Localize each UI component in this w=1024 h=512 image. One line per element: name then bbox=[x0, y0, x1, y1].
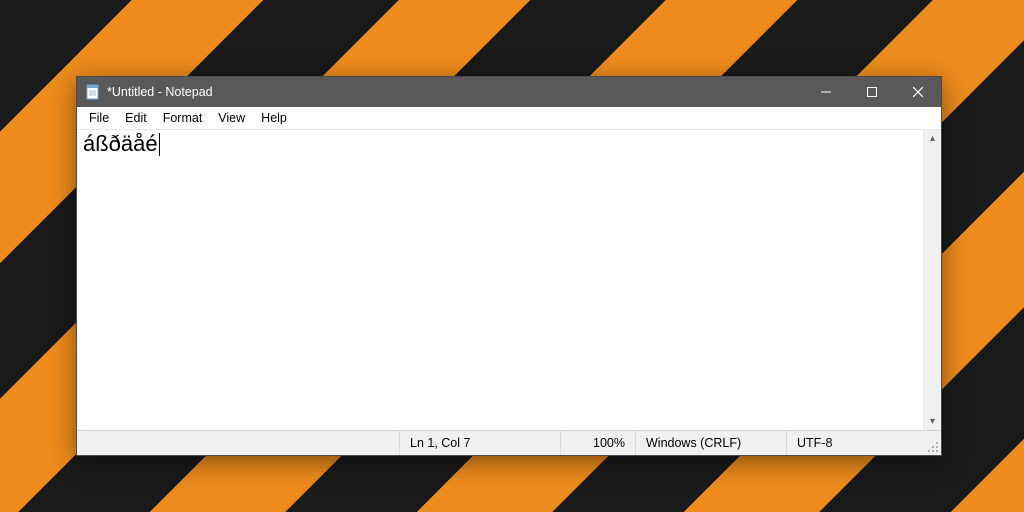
minimize-button[interactable] bbox=[803, 77, 849, 107]
status-zoom: 100% bbox=[561, 431, 636, 455]
scroll-down-icon[interactable]: ▾ bbox=[924, 413, 941, 430]
resize-grip-icon[interactable] bbox=[925, 431, 941, 455]
status-bar: Ln 1, Col 7 100% Windows (CRLF) UTF-8 bbox=[77, 430, 941, 455]
text-caret bbox=[159, 133, 160, 156]
close-button[interactable] bbox=[895, 77, 941, 107]
status-encoding: UTF-8 bbox=[787, 431, 925, 455]
menu-view[interactable]: View bbox=[210, 109, 253, 127]
notepad-icon bbox=[85, 84, 101, 100]
menu-format[interactable]: Format bbox=[155, 109, 211, 127]
menu-help[interactable]: Help bbox=[253, 109, 295, 127]
status-line-ending: Windows (CRLF) bbox=[636, 431, 787, 455]
status-spacer bbox=[77, 431, 400, 455]
vertical-scrollbar[interactable]: ▴ ▾ bbox=[923, 130, 941, 430]
notepad-window: *Untitled - Notepad File Edit bbox=[76, 76, 942, 456]
window-title: *Untitled - Notepad bbox=[107, 85, 213, 99]
menu-file[interactable]: File bbox=[81, 109, 117, 127]
editor-text: áßðäåé bbox=[83, 131, 158, 156]
scroll-up-icon[interactable]: ▴ bbox=[924, 130, 941, 147]
text-editor[interactable]: áßðäåé bbox=[77, 130, 923, 430]
status-cursor-position: Ln 1, Col 7 bbox=[400, 431, 561, 455]
window-controls bbox=[803, 77, 941, 107]
desktop-background: *Untitled - Notepad File Edit bbox=[0, 0, 1024, 512]
maximize-button[interactable] bbox=[849, 77, 895, 107]
title-bar[interactable]: *Untitled - Notepad bbox=[77, 77, 941, 107]
client-area: áßðäåé ▴ ▾ bbox=[77, 130, 941, 430]
menu-edit[interactable]: Edit bbox=[117, 109, 155, 127]
menu-bar: File Edit Format View Help bbox=[77, 107, 941, 130]
